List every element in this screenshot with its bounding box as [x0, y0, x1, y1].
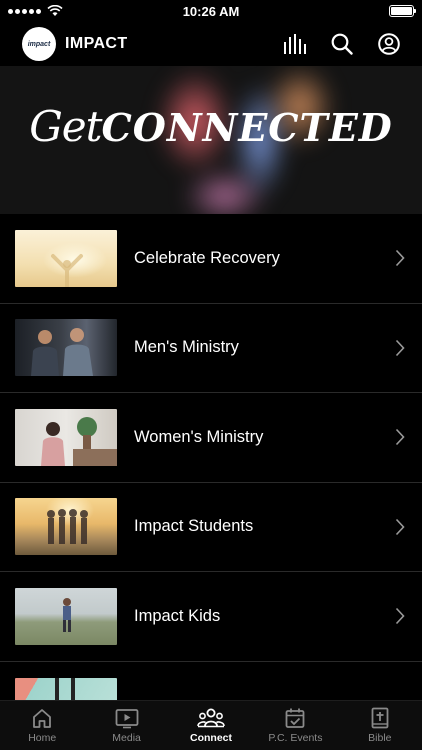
header-actions [282, 31, 402, 57]
list-item-label: Celebrate Recovery [134, 248, 280, 267]
list-item-label: Women's Ministry [134, 427, 264, 446]
hero-title: GetCONNECTED [0, 102, 422, 151]
calendar-check-icon [286, 708, 305, 728]
chevron-right-icon [395, 250, 405, 267]
logo-text: impact [27, 40, 51, 48]
tab-label: Home [28, 732, 57, 744]
hero-main-word: CONNECTED [101, 105, 393, 150]
impact-kids-thumbnail [15, 587, 117, 645]
chevron-right-icon [395, 429, 405, 446]
search-icon[interactable] [329, 31, 355, 57]
equalizer-icon[interactable] [282, 31, 308, 57]
app-logo[interactable]: impact [22, 27, 56, 61]
status-bar: 10:26 AM [0, 0, 422, 22]
chevron-right-icon [395, 518, 405, 535]
tab-media[interactable]: Media [84, 701, 168, 750]
impact-students-thumbnail [15, 498, 117, 556]
list-item-celebrate-recovery[interactable]: Celebrate Recovery [0, 214, 422, 304]
tab-label: Connect [190, 732, 233, 744]
bottom-tab-bar: Home Media Connect P.C. Events Bible [0, 700, 422, 750]
tab-bible[interactable]: Bible [338, 701, 422, 750]
tab-home[interactable]: Home [0, 701, 84, 750]
tab-label: Media [112, 732, 141, 744]
list-item-impact-kids[interactable]: Impact Kids [0, 572, 422, 662]
app-title: IMPACT [65, 35, 128, 52]
play-icon [115, 709, 139, 729]
status-time: 10:26 AM [182, 3, 240, 19]
tab-label: P.C. Events [268, 732, 323, 744]
womens-ministry-thumbnail [15, 408, 117, 466]
app-header: impact IMPACT [0, 22, 422, 66]
hero-script-word: Get [29, 102, 102, 151]
tab-pc-events[interactable]: P.C. Events [253, 701, 337, 750]
hero-banner: GetCONNECTED [0, 66, 422, 214]
celebrate-recovery-thumbnail [15, 229, 117, 289]
mens-ministry-thumbnail [15, 319, 117, 377]
list-item-label: Impact Students [134, 517, 254, 536]
list-item-label: Men's Ministry [134, 338, 239, 357]
bible-icon [371, 707, 389, 729]
home-icon [33, 709, 52, 728]
partial-thumbnail [15, 677, 117, 700]
list-item-womens-ministry[interactable]: Women's Ministry [0, 393, 422, 483]
list-item-label: Impact Kids [134, 606, 221, 625]
chevron-right-icon [395, 339, 405, 356]
account-icon[interactable] [376, 31, 402, 57]
chevron-right-icon [395, 608, 405, 625]
tab-label: Bible [368, 732, 392, 744]
group-icon [197, 708, 225, 728]
list-item-mens-ministry[interactable]: Men's Ministry [0, 304, 422, 393]
list-item-impact-students[interactable]: Impact Students [0, 483, 422, 572]
tab-connect[interactable]: Connect [169, 701, 253, 750]
battery-icon [389, 5, 416, 17]
list-item-partial[interactable] [0, 662, 422, 700]
connect-list: Celebrate Recovery Men's Ministry Women'… [0, 214, 422, 700]
